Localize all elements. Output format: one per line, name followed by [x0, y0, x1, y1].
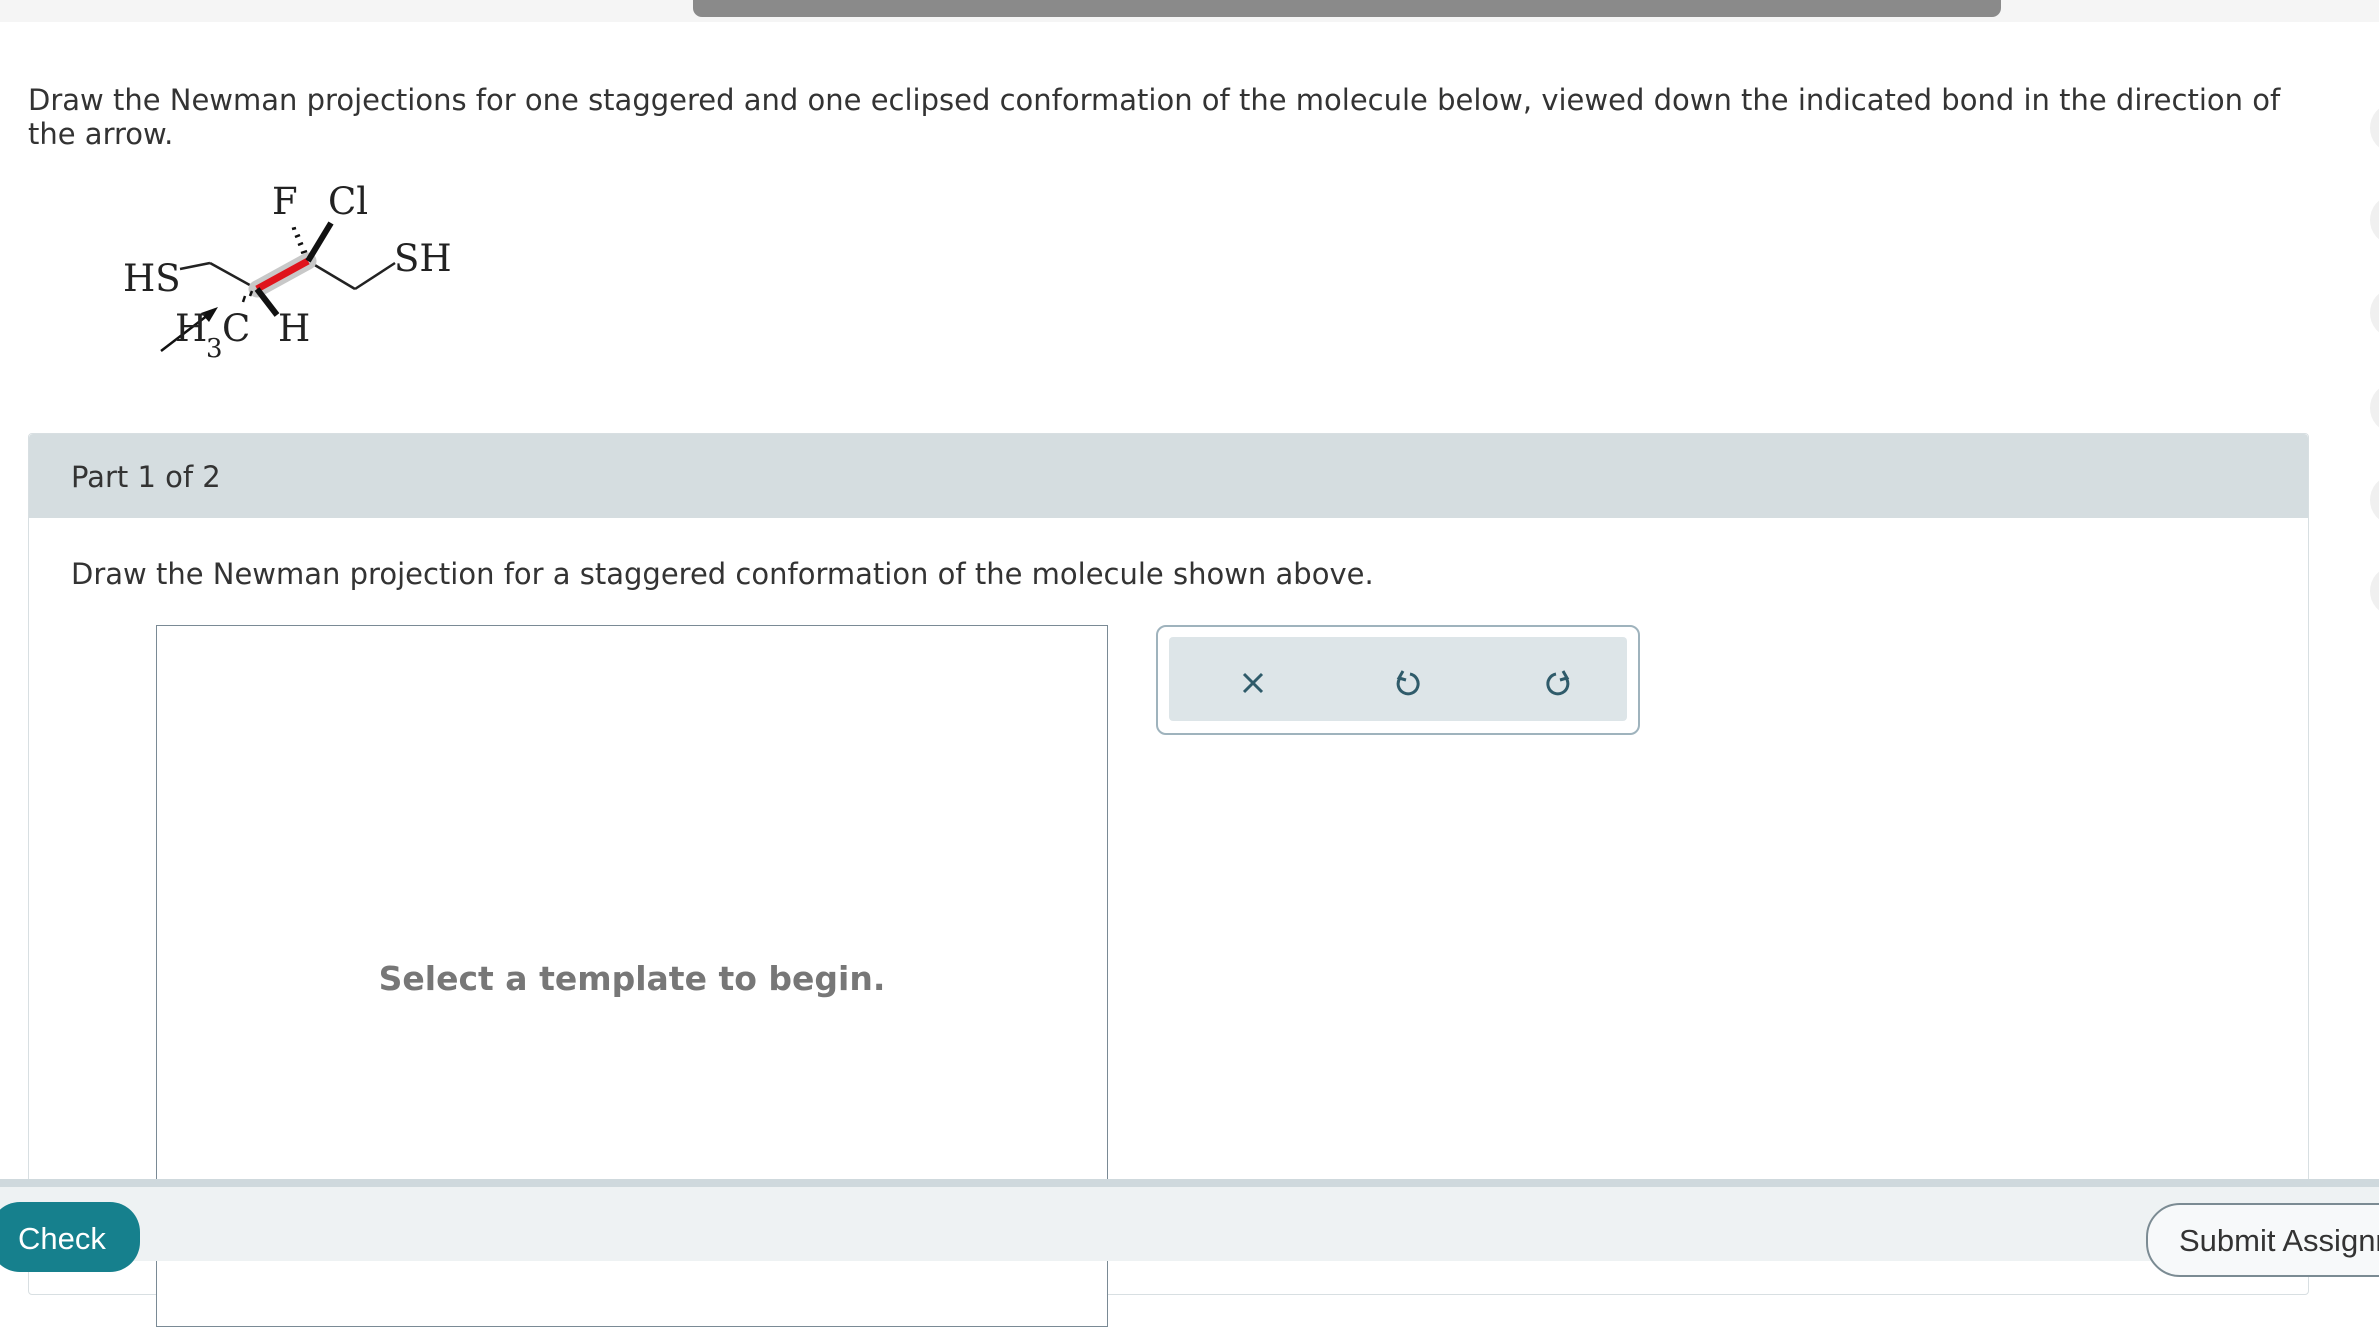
- close-icon: [1242, 672, 1264, 694]
- side-rail-button[interactable]: [2370, 385, 2379, 431]
- side-rail-button[interactable]: [2370, 290, 2379, 336]
- hash-f: [291, 226, 308, 255]
- highlighted-bond: [255, 257, 310, 293]
- undo-icon: [1396, 670, 1420, 696]
- label-hs: HS: [123, 257, 181, 300]
- clear-button[interactable]: [1233, 663, 1273, 703]
- label-f: F: [272, 185, 298, 223]
- toolbar-inner: [1169, 637, 1627, 721]
- redo-button[interactable]: [1539, 663, 1579, 703]
- check-button[interactable]: Check: [0, 1202, 140, 1272]
- undo-button[interactable]: [1387, 663, 1427, 703]
- part-header: Part 1 of 2: [29, 434, 2308, 518]
- label-cl: Cl: [328, 185, 368, 223]
- part-instruction: Draw the Newman projection for a stagger…: [71, 557, 1374, 591]
- label-h: H: [278, 307, 310, 350]
- hash-ch3: [241, 290, 254, 303]
- check-button-label: Check: [18, 1221, 106, 1256]
- side-rail-button[interactable]: [2370, 105, 2379, 151]
- side-rail-button[interactable]: [2370, 477, 2379, 523]
- footer-bar: [0, 1179, 2379, 1261]
- drawing-toolbar: [1156, 625, 1640, 735]
- canvas-message: Select a template to begin.: [378, 959, 886, 998]
- bond-hs-c: [179, 261, 211, 271]
- label-sh: SH: [394, 237, 452, 280]
- question-text: Draw the Newman projections for one stag…: [28, 83, 2281, 151]
- label-h3c-c: C: [222, 307, 250, 350]
- part-label: Part 1 of 2: [71, 460, 221, 494]
- bond-c-sh: [354, 261, 396, 291]
- redo-icon: [1546, 670, 1570, 696]
- submit-assignment-button[interactable]: Submit Assignm: [2146, 1203, 2379, 1277]
- top-scrollbar[interactable]: [693, 0, 2001, 17]
- molecule-structure: HS F Cl SH H 3 C H: [123, 185, 452, 364]
- side-rail-button[interactable]: [2370, 568, 2379, 614]
- submit-button-label: Submit Assignm: [2179, 1223, 2379, 1258]
- wedge-cl: [305, 221, 334, 263]
- side-rail-button[interactable]: [2370, 197, 2379, 243]
- label-h3c-h: H: [175, 307, 207, 350]
- label-h3c-sub: 3: [206, 334, 223, 364]
